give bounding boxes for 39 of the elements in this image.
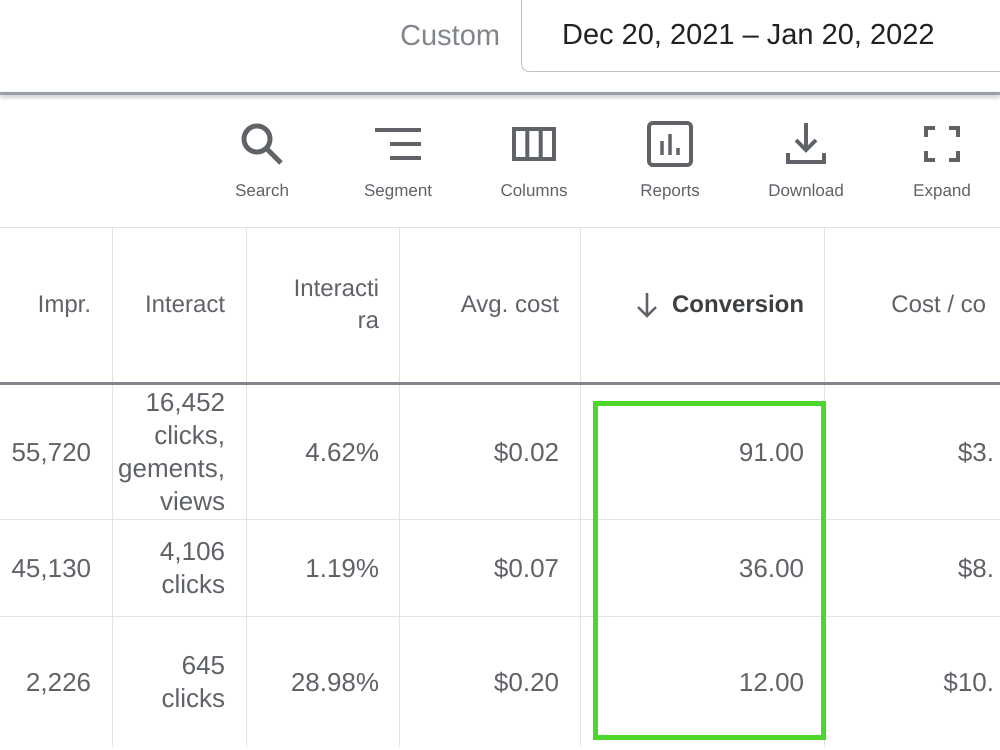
table-cell: 1.19% (247, 520, 400, 616)
down-arrow-icon (636, 292, 658, 318)
table-cell: 91.00 (581, 385, 825, 519)
column-header[interactable]: Conversion (581, 228, 825, 382)
bar-chart-icon (647, 121, 693, 167)
lines-icon (375, 127, 421, 161)
table-cell-text: $3. (956, 436, 995, 468)
table-cell: 4.62% (247, 385, 400, 519)
table-cell-text: $8. (956, 552, 995, 584)
table-cell: 45,130 (0, 520, 113, 616)
table-cell: 16,452 clicks, gements, views (113, 385, 247, 519)
column-header[interactable]: Interact (113, 228, 247, 382)
download-icon (786, 123, 826, 165)
table-cell: $0.20 (400, 617, 581, 747)
toolbar-button[interactable]: Expand (887, 95, 997, 227)
column-header[interactable]: Avg. cost (400, 228, 581, 382)
table-cell-text: $10. (942, 666, 995, 698)
toolbar-button[interactable]: Columns (479, 95, 589, 227)
date-range-label: Custom (400, 19, 500, 54)
toolbar-button[interactable]: Reports (615, 95, 725, 227)
table-cell: 28.98% (247, 617, 400, 747)
columns-icon (512, 127, 556, 161)
table-cell: 4,106 clicks (113, 520, 247, 616)
table-cell: 12.00 (581, 617, 825, 747)
column-header[interactable]: Cost / co (825, 228, 1000, 382)
table-cell: 36.00 (581, 520, 825, 616)
toolbar-button[interactable]: Search (207, 95, 317, 227)
toolbar-button[interactable]: Download (751, 95, 861, 227)
toolbar-button[interactable]: Segment (343, 95, 453, 227)
column-header[interactable]: Impr. (0, 228, 113, 382)
search-icon (240, 122, 284, 166)
expand-icon (924, 126, 960, 162)
table-cell: $0.02 (400, 385, 581, 519)
table-cell: 2,226 (0, 617, 113, 747)
table-cell: 55,720 (0, 385, 113, 519)
table-cell: $0.07 (400, 520, 581, 616)
column-header[interactable]: Interacti ra (247, 228, 400, 382)
table-cell: 645 clicks (113, 617, 247, 747)
date-range-button[interactable]: Dec 20, 2021 – Jan 20, 2022 (521, 0, 1000, 72)
